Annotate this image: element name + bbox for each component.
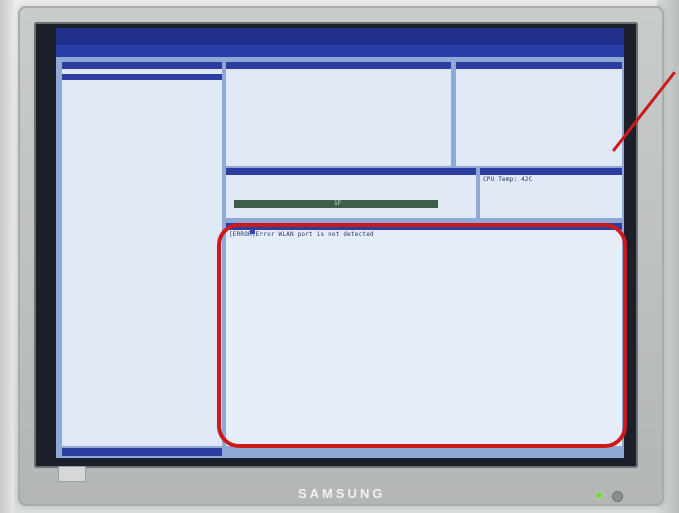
progress-bar: 1F xyxy=(234,200,438,208)
status-bar xyxy=(62,448,222,456)
system-info-header xyxy=(226,62,451,69)
test-progress-panel: 1F xyxy=(226,168,476,218)
power-led xyxy=(596,493,602,498)
test-list-header xyxy=(62,62,222,69)
temperature-panel: CPU Temp: 42C xyxy=(480,168,622,218)
progress-label: 1F xyxy=(334,200,342,207)
test-list-panel[interactable] xyxy=(62,62,222,446)
energy-badge xyxy=(58,466,86,482)
test-list-bottom xyxy=(62,81,222,85)
time-header xyxy=(456,62,622,69)
system-info-panel xyxy=(226,62,451,166)
test-command xyxy=(226,175,476,179)
temperature-header xyxy=(480,168,622,175)
system-info-text xyxy=(226,69,451,73)
time-panel xyxy=(456,62,622,166)
left-background-edge xyxy=(0,0,14,513)
error-highlight-ellipse xyxy=(217,223,627,448)
cpu-temp-text: CPU Temp: 42C xyxy=(483,176,533,183)
menu-bar xyxy=(56,45,624,57)
test-progress-header xyxy=(226,168,476,175)
brand-logo: SAMSUNG xyxy=(298,486,386,501)
selected-test-row[interactable] xyxy=(62,74,222,80)
time-text xyxy=(456,69,622,73)
title-bar xyxy=(56,28,624,45)
power-button[interactable] xyxy=(612,491,623,502)
test-list-top xyxy=(62,69,222,73)
